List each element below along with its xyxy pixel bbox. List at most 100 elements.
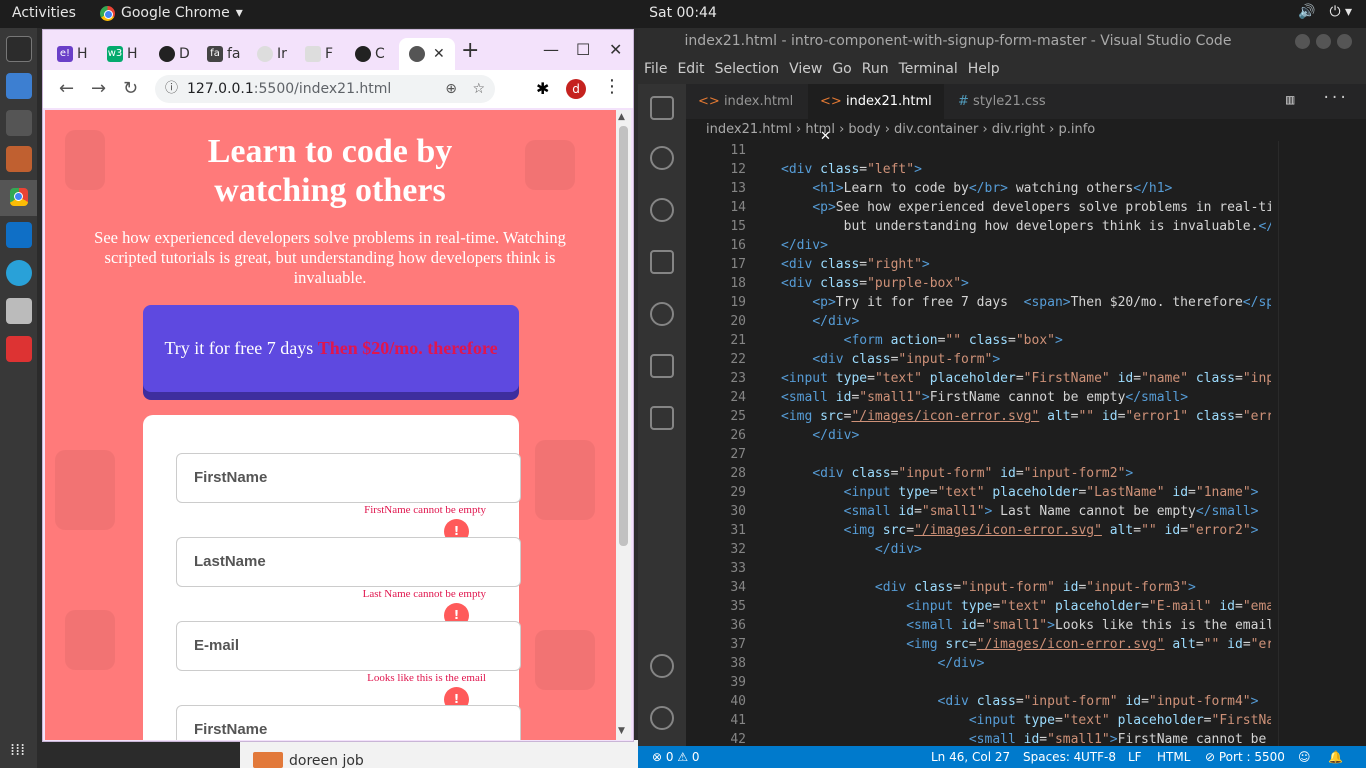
line-number: 12: [730, 162, 746, 177]
close-window-button[interactable]: [1337, 34, 1352, 49]
show-apps-icon[interactable]: ⁞⁞⁞: [10, 740, 25, 759]
browser-tab[interactable]: Ir: [257, 41, 287, 67]
breadcrumb: index21.html › html › body › div.contain…: [706, 122, 1096, 137]
page-scrollbar[interactable]: ▲ ▼: [616, 110, 631, 740]
breadcrumb-item[interactable]: html: [805, 122, 835, 137]
forward-button[interactable]: →: [91, 78, 106, 99]
breadcrumb-item[interactable]: div.container: [894, 122, 978, 137]
run-debug-icon[interactable]: [650, 250, 674, 274]
firstname-input[interactable]: FirstName: [176, 453, 521, 503]
profile-avatar[interactable]: d: [566, 79, 586, 99]
browser-tab[interactable]: C: [355, 41, 385, 67]
zoom-icon[interactable]: ⊕: [445, 75, 457, 103]
search-icon[interactable]: [650, 146, 674, 170]
extensions-icon[interactable]: ✱: [536, 79, 549, 98]
cursor-position[interactable]: Ln 46, Col 27: [931, 746, 1010, 768]
terminal-icon[interactable]: [6, 36, 32, 62]
scroll-down-icon[interactable]: ▼: [618, 726, 625, 736]
vscode-icon[interactable]: [6, 222, 32, 248]
tab-label: F: [325, 46, 334, 62]
more-actions-icon[interactable]: ···: [1322, 90, 1347, 106]
menu-run[interactable]: Run: [856, 56, 893, 84]
app-icon[interactable]: [6, 260, 32, 286]
close-icon[interactable]: ✕: [433, 46, 445, 62]
language-mode[interactable]: HTML: [1157, 746, 1190, 768]
scroll-thumb[interactable]: [619, 126, 628, 546]
app-icon[interactable]: [6, 336, 32, 362]
tab-label: C: [375, 46, 385, 62]
browser-tab[interactable]: D: [159, 41, 190, 67]
email-input[interactable]: E-mail: [176, 621, 521, 671]
password-input[interactable]: FirstName: [176, 705, 521, 740]
clock[interactable]: Sat 00:44: [0, 5, 1366, 21]
firstname-error: FirstName cannot be empty: [364, 504, 486, 516]
menu-terminal[interactable]: Terminal: [893, 56, 962, 84]
line-number: 32: [730, 542, 746, 557]
tab-style21-css[interactable]: # style21.css: [946, 84, 1068, 119]
maximize-button[interactable]: ☐: [576, 40, 590, 59]
lastname-input[interactable]: LastName: [176, 537, 521, 587]
account-icon[interactable]: [650, 654, 674, 678]
reload-button[interactable]: ↻: [123, 78, 138, 99]
source-control-icon[interactable]: [650, 198, 674, 222]
breadcrumb-item[interactable]: p.info: [1059, 122, 1096, 137]
menu-file[interactable]: File: [638, 56, 671, 84]
folder-label[interactable]: doreen job: [289, 753, 364, 768]
settings-app-icon[interactable]: [6, 298, 32, 324]
menu-view[interactable]: View: [783, 56, 826, 84]
minimize-button[interactable]: [1295, 34, 1310, 49]
browser-tab[interactable]: e! H: [57, 41, 88, 67]
breadcrumb-item[interactable]: index21.html: [706, 122, 792, 137]
gear-icon[interactable]: [650, 706, 674, 730]
video-player-icon[interactable]: [6, 110, 32, 136]
folder-icon[interactable]: [253, 752, 283, 768]
menu-edit[interactable]: Edit: [671, 56, 708, 84]
url-path: :5500/index21.html: [253, 81, 392, 97]
close-window-button[interactable]: ✕: [609, 40, 622, 59]
breadcrumb-item[interactable]: div.right: [992, 122, 1045, 137]
extensions-icon[interactable]: [650, 354, 674, 378]
split-editor-icon[interactable]: ▥: [1286, 92, 1294, 108]
info-icon[interactable]: ⓘ: [165, 75, 178, 103]
tab-index-html[interactable]: <> index.html: [686, 84, 808, 119]
code-editor[interactable]: <div class="left"> <h1>Learn to code by<…: [781, 141, 1271, 768]
menu-help[interactable]: Help: [962, 56, 1004, 84]
menu-go[interactable]: Go: [826, 56, 855, 84]
live-server-port[interactable]: ⊘ Port : 5500: [1205, 746, 1285, 768]
pull-requests-icon[interactable]: [650, 406, 674, 430]
back-button[interactable]: ←: [59, 78, 74, 99]
tab-label: D: [179, 46, 190, 62]
text-editor-icon[interactable]: [6, 73, 32, 99]
window-title: index21.html - intro-component-with-sign…: [684, 33, 1232, 49]
explorer-icon[interactable]: [650, 96, 674, 120]
breadcrumb-item[interactable]: body: [848, 122, 880, 137]
line-number: 35: [730, 599, 746, 614]
browser-tab[interactable]: fa fa: [207, 41, 241, 67]
system-tray[interactable]: 🔊 ⏻ ▾: [1298, 4, 1352, 20]
editor-tabs: <> index.html <> index21.html ✕ # style2…: [686, 84, 1366, 144]
encoding[interactable]: UTF-8: [1081, 746, 1116, 768]
minimize-button[interactable]: —: [543, 40, 559, 59]
scroll-up-icon[interactable]: ▲: [618, 112, 625, 122]
tab-index21-html[interactable]: <> index21.html ✕: [808, 84, 944, 144]
problems-indicator[interactable]: ⊗ 0 ⚠ 0: [652, 746, 700, 768]
new-tab-button[interactable]: +: [461, 38, 479, 63]
address-bar[interactable]: ⓘ 127.0.0.1:5500/index21.html ⊕ ☆: [155, 75, 495, 103]
background-pattern: [535, 630, 595, 690]
browser-tab[interactable]: w3 H: [107, 41, 138, 67]
star-icon[interactable]: ☆: [472, 75, 485, 103]
chrome-icon[interactable]: [10, 188, 28, 206]
indentation[interactable]: Spaces: 4: [1023, 746, 1081, 768]
browser-tab[interactable]: F: [305, 41, 333, 67]
feedback-icon[interactable]: ☺: [1298, 746, 1311, 768]
notifications-icon[interactable]: 🔔: [1328, 746, 1343, 768]
line-number: 20: [730, 314, 746, 329]
file-manager-icon[interactable]: [6, 146, 32, 172]
menu-selection[interactable]: Selection: [709, 56, 784, 84]
minimap[interactable]: [1278, 141, 1350, 746]
maximize-button[interactable]: [1316, 34, 1331, 49]
line-ending[interactable]: LF: [1128, 746, 1142, 768]
menu-icon[interactable]: ⋮: [603, 76, 621, 97]
active-tab[interactable]: ✕: [399, 38, 455, 70]
git-icon[interactable]: [650, 302, 674, 326]
